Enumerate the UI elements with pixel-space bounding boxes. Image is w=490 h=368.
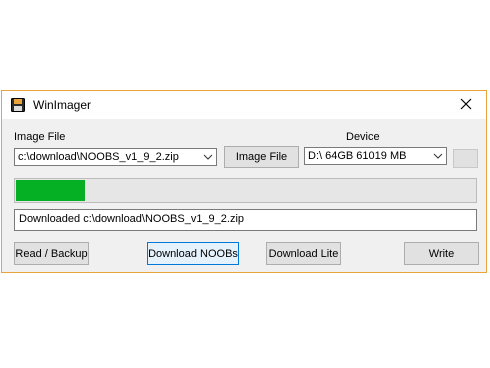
read-backup-button-label: Read / Backup [15,247,88,260]
device-refresh-button[interactable] [453,149,478,168]
image-file-label: Image File [14,131,66,143]
read-backup-button[interactable]: Read / Backup [14,242,89,265]
image-file-button-label: Image File [235,151,288,163]
winimager-window: WinImager Image File Device c:\download\… [1,90,487,273]
progress-fill [16,180,86,201]
close-icon [460,98,472,113]
close-button[interactable] [446,91,486,119]
image-file-select[interactable]: c:\download\NOOBS_v1_9_2.zip [14,148,217,166]
progress-bar [14,178,477,203]
floppy-disk-icon [11,98,25,112]
device-select[interactable]: D:\ 64GB 61019 MB [304,147,447,165]
write-button-label: Write [428,247,455,260]
download-lite-button[interactable]: Download Lite [266,242,341,265]
status-field[interactable]: Downloaded c:\download\NOOBS_v1_9_2.zip [14,209,477,231]
window-title: WinImager [33,98,92,112]
download-noobs-button-label: Download NOOBs [148,247,238,260]
download-lite-button-label: Download Lite [268,247,339,260]
image-file-path: c:\download\NOOBS_v1_9_2.zip [18,151,179,163]
device-label: Device [346,131,380,143]
write-button[interactable]: Write [404,242,479,265]
title-bar: WinImager [2,91,486,119]
status-text: Downloaded c:\download\NOOBS_v1_9_2.zip [19,213,245,225]
device-value: D:\ 64GB 61019 MB [308,150,407,162]
chevron-down-icon [203,152,213,162]
image-file-button[interactable]: Image File [224,146,299,168]
chevron-down-icon [433,151,443,161]
download-noobs-button[interactable]: Download NOOBs [147,242,239,265]
